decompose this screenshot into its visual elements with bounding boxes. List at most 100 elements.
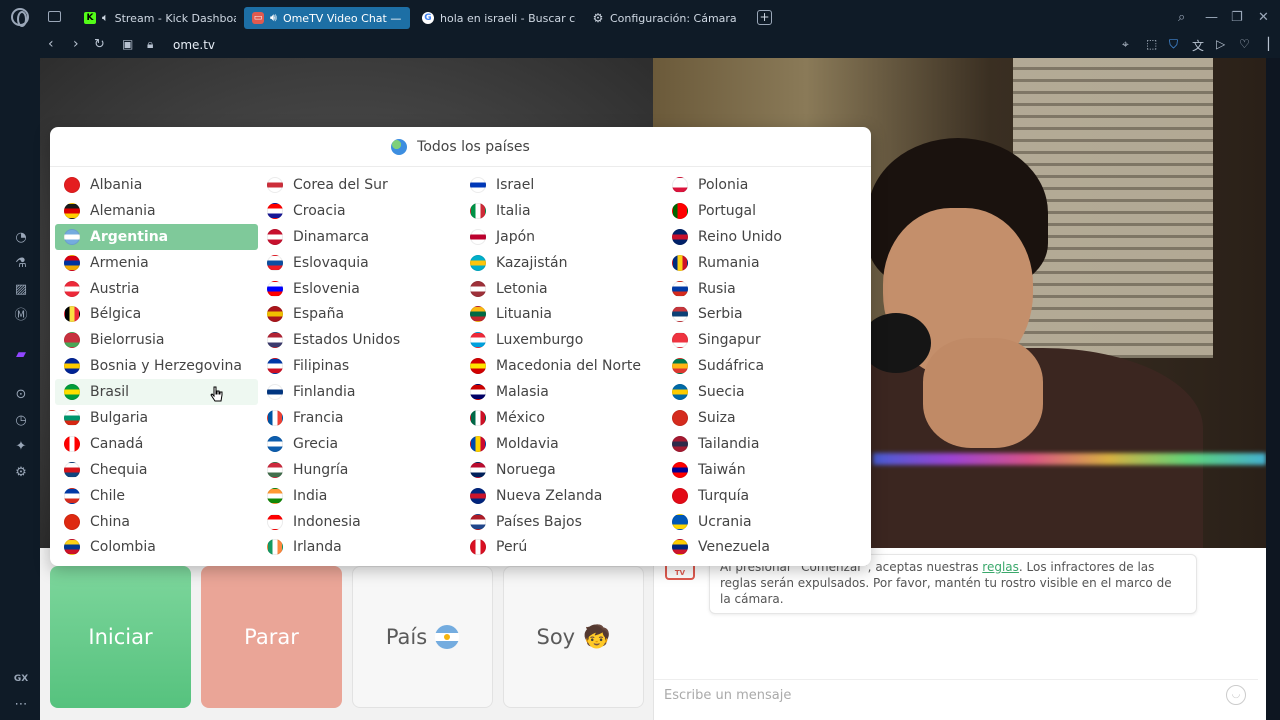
restore-icon[interactable]: ❐ [1231,10,1243,25]
country-option[interactable]: India [258,483,461,509]
speed-dial-icon[interactable]: ◔ [13,230,29,246]
forward-icon[interactable]: › [73,36,79,52]
minimize-icon[interactable]: — [1205,10,1218,25]
rules-link[interactable]: reglas [982,560,1019,574]
country-option[interactable]: Japón [461,224,664,250]
tab-ometv[interactable]: ▭ 🔊︎ OmeTV Video Chat — [244,7,410,29]
country-option[interactable]: Croacia [258,198,461,224]
country-option[interactable]: Bélgica [55,301,258,327]
country-option[interactable]: Chequia [55,457,258,483]
country-option[interactable]: Chile [55,483,258,509]
country-option[interactable]: Ucrania [663,509,866,535]
country-option[interactable]: Rumania [663,250,866,276]
url-field[interactable]: ome.tv [173,38,215,52]
country-option[interactable]: Singapur [663,327,866,353]
country-option[interactable]: Filipinas [258,353,461,379]
search-icon[interactable]: ⌕ [1178,10,1185,25]
country-option[interactable]: Nueva Zelanda [461,483,664,509]
settings-icon[interactable]: ⚙ [13,465,29,481]
messenger-icon[interactable]: Ⓜ [13,308,29,324]
country-option[interactable]: Moldavia [461,431,664,457]
country-option[interactable]: Kazajistán [461,250,664,276]
country-option[interactable]: Austria [55,276,258,302]
country-option[interactable]: Taiwán [663,457,866,483]
country-option[interactable]: Francia [258,405,461,431]
country-option[interactable]: Sudáfrica [663,353,866,379]
extensions-icon[interactable]: ✦ [13,439,29,455]
country-option[interactable]: Israel [461,172,664,198]
more-icon[interactable]: ⋯ [13,697,29,713]
country-option[interactable]: Noruega [461,457,664,483]
country-option[interactable]: Malasia [461,379,664,405]
heart-icon[interactable]: ♡ [1239,37,1250,51]
dropdown-header[interactable]: Todos los países [50,127,871,167]
workspaces-icon[interactable] [48,11,61,22]
gx-badge[interactable]: GX [13,671,29,687]
country-option[interactable]: Portugal [663,198,866,224]
tab-kick[interactable]: K 🔈︎ Stream - Kick Dashboa [76,7,236,29]
country-option[interactable]: Perú [461,534,664,560]
country-option[interactable]: Irlanda [258,534,461,560]
tab-camera-settings[interactable]: ⚙ Configuración: Cámara [584,7,744,29]
gender-button[interactable]: Soy 🧒 [503,566,644,708]
country-option[interactable]: Suiza [663,405,866,431]
gx-control-icon[interactable]: ⚗ [13,256,29,272]
country-option[interactable]: Macedonia del Norte [461,353,664,379]
country-option[interactable]: Alemania [55,198,258,224]
country-option[interactable]: Dinamarca [258,224,461,250]
back-icon[interactable]: ‹ [48,36,54,52]
start-button[interactable]: Iniciar [50,566,191,708]
country-option[interactable]: Colombia [55,534,258,560]
shield-icon[interactable]: ⛉ [1169,37,1178,52]
country-option[interactable]: Grecia [258,431,461,457]
country-option[interactable]: Brasil [55,379,258,406]
history-icon[interactable]: ◷ [13,413,29,429]
country-option[interactable]: Letonia [461,276,664,302]
twitch-icon[interactable]: ▰ [13,347,29,363]
gx-corner-icon[interactable]: ▨ [13,282,29,298]
country-option[interactable]: Bosnia y Herzegovina [55,353,258,379]
crop-icon[interactable]: ⬚ [1146,37,1157,51]
country-option[interactable]: Albania [55,172,258,198]
sidebar-toggle-icon[interactable]: ▏ [1268,37,1277,51]
translate-icon[interactable]: 文 [1192,37,1204,54]
country-option[interactable]: Armenia [55,250,258,276]
send-icon[interactable]: ▷ [1216,37,1225,51]
country-option[interactable]: Indonesia [258,509,461,535]
reload-icon[interactable]: ↻ [94,37,105,52]
close-icon[interactable]: ✕ [1258,10,1269,25]
country-option[interactable]: Bulgaria [55,405,258,431]
country-option[interactable]: China [55,509,258,535]
country-option[interactable]: Lituania [461,301,664,327]
smile-icon[interactable]: ◡ [1226,685,1246,705]
country-option[interactable]: Venezuela [663,534,866,560]
country-option[interactable]: Eslovenia [258,276,461,302]
country-button[interactable]: País [352,566,493,708]
country-option[interactable]: Corea del Sur [258,172,461,198]
country-option[interactable]: Turquía [663,483,866,509]
country-option[interactable]: Estados Unidos [258,327,461,353]
new-tab-button[interactable]: + [757,10,772,25]
country-option[interactable]: España [258,301,461,327]
country-option[interactable]: Italia [461,198,664,224]
lock-icon[interactable]: 🔒︎ [147,37,153,52]
camera-icon[interactable]: ▣ [122,37,133,51]
country-option[interactable]: Bielorrusia [55,327,258,353]
snapshot-icon[interactable]: ⌖ [1122,37,1129,52]
tab-google-search[interactable]: G hola en israeli - Buscar co [414,7,576,29]
country-option[interactable]: Reino Unido [663,224,866,250]
country-option[interactable]: Suecia [663,379,866,405]
country-option[interactable]: Argentina [55,223,258,250]
country-option[interactable]: México [461,405,664,431]
country-option[interactable]: Rusia [663,276,866,302]
stop-button[interactable]: Parar [201,566,342,708]
country-option[interactable]: Hungría [258,457,461,483]
country-option[interactable]: Eslovaquia [258,250,461,276]
country-option[interactable]: Serbia [663,301,866,327]
opera-gx-logo-icon[interactable] [11,8,29,27]
player-icon[interactable]: ⊙ [13,387,29,403]
country-option[interactable]: Luxemburgo [461,327,664,353]
message-input[interactable]: Escribe un mensaje [654,679,1258,711]
country-option[interactable]: Polonia [663,172,866,198]
country-option[interactable]: Tailandia [663,431,866,457]
